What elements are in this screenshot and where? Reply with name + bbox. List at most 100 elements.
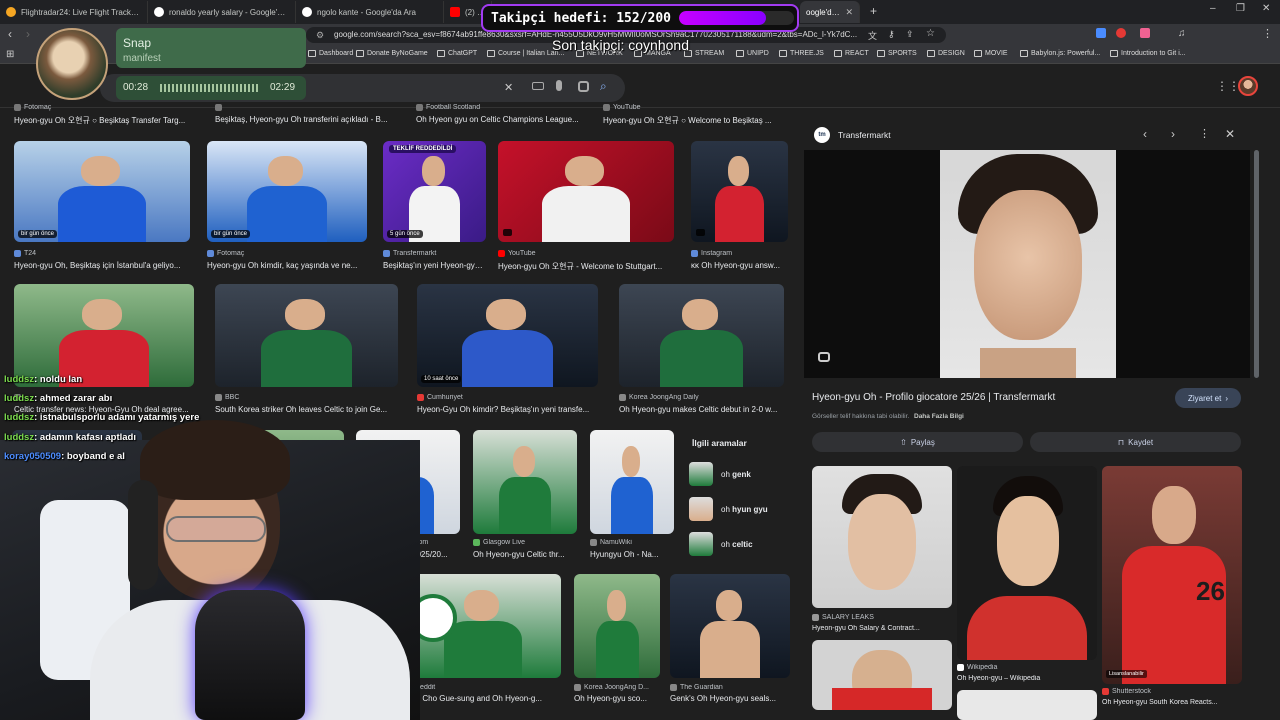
source-favicon-icon [14, 250, 21, 257]
related-image-3[interactable]: 26 Lisanslanabilir [1102, 466, 1242, 684]
new-tab-button[interactable]: + [870, 4, 877, 18]
related-search-item[interactable]: oh celtic [689, 530, 789, 558]
related-caption-2[interactable]: Oh Hyeon-gyu – Wikipedia [957, 675, 1097, 682]
result-image[interactable] [619, 284, 784, 387]
result-image[interactable] [691, 141, 788, 242]
bookmark-item[interactable]: Introduction to Git i... [1110, 50, 1186, 57]
result-caption[interactable]: Genk's Oh Hyeon-gyu seals... [670, 694, 790, 703]
panel-scrollbar[interactable] [1254, 150, 1259, 378]
password-icon[interactable]: ⚷ [888, 29, 895, 40]
result-caption[interactable]: Oh Hyeon-gyu makes Celtic debut in 2-0 w… [619, 405, 784, 414]
result-image[interactable] [670, 574, 790, 678]
share-url-icon[interactable]: ⇪ [906, 29, 914, 40]
result-caption[interactable]: Hyeon-Gyu Oh kimdir? Beşiktaş'ın yeni tr… [417, 405, 598, 414]
tab-active-search[interactable]: oogle'da Ara ✕ [800, 1, 860, 23]
result-caption[interactable]: Oh Hyeon-gyu sco... [574, 694, 660, 703]
preview-image[interactable] [804, 150, 1250, 378]
result-image[interactable] [590, 430, 674, 534]
result-caption[interactable]: Hyeon-gyu Oh, Beşiktaş için İstanbul'a g… [14, 261, 190, 270]
result-caption[interactable]: Hyeon-gyu Oh 오현규 ○ Beşiktaş Transfer Tar… [14, 115, 209, 126]
lens-search-icon[interactable] [818, 352, 830, 362]
apps-grid-icon[interactable]: ⊞ [6, 49, 14, 60]
maximize-button[interactable]: ❐ [1236, 3, 1245, 14]
result-caption[interactable]: Hyeon-gyu Oh 오현규 ○ Welcome to Beşiktaş .… [603, 115, 788, 126]
more-options-icon[interactable]: ⋮ [1199, 127, 1210, 140]
result-image[interactable] [215, 284, 398, 387]
extensions-icon[interactable]: ♫ [1178, 28, 1186, 39]
clear-icon[interactable]: ✕ [504, 81, 513, 94]
panel-title[interactable]: Hyeon-gyu Oh - Profilo giocatore 25/26 |… [812, 392, 1055, 403]
bookmark-item[interactable]: DESIGN [927, 50, 965, 57]
visit-button[interactable]: Ziyaret et › [1175, 388, 1241, 408]
bookmark-item[interactable]: UNIPD [736, 50, 769, 57]
learn-more-link[interactable]: Daha Fazla Bilgi [914, 413, 964, 420]
save-button[interactable]: ⊓ Kaydet [1030, 432, 1241, 452]
result-caption[interactable]: Hyeon-gyu Oh kimdir, kaç yaşında ve ne..… [207, 261, 367, 270]
result-caption[interactable]: South Korea striker Oh leaves Celtic to … [215, 405, 398, 414]
related-image-1[interactable] [812, 466, 952, 608]
related-caption-1[interactable]: Hyeon-gyu Oh Salary & Contract... [812, 625, 952, 632]
prev-image-icon[interactable]: ‹ [1143, 127, 1147, 141]
keyboard-icon[interactable] [532, 82, 544, 90]
next-image-icon[interactable]: › [1171, 127, 1175, 141]
related-term: celtic [732, 539, 753, 549]
related-image-4[interactable] [812, 640, 952, 710]
result-image[interactable] [405, 574, 561, 678]
result-caption[interactable]: Oh Hyeon-gyu Celtic thr... [473, 550, 577, 559]
bookmark-item[interactable]: ChatGPT [437, 50, 477, 57]
lens-icon[interactable] [578, 81, 589, 92]
close-window-button[interactable]: ✕ [1262, 3, 1270, 14]
related-search-item[interactable]: oh hyun gyu [689, 495, 789, 523]
result-caption[interactable]: Beşiktaş'ın yeni Hyeon-gyu ... [383, 261, 486, 270]
result-image[interactable] [498, 141, 674, 242]
extension-red-icon[interactable] [1116, 28, 1126, 38]
result-image[interactable]: 5 gün önce TEKLİF REDDEDİLDİ [383, 141, 486, 242]
profile-menu-icon[interactable]: ⋮ [1262, 27, 1273, 40]
result-caption[interactable]: κκ Oh Hyeon-gyu answ... [691, 261, 788, 270]
result-image[interactable]: bir gün önce [14, 141, 190, 242]
bookmark-star-icon[interactable]: ☆ [926, 28, 935, 39]
avatar[interactable] [1238, 76, 1258, 96]
related-image-5[interactable] [957, 690, 1097, 720]
bookmark-item[interactable]: STREAM [684, 50, 724, 57]
related-prefix: oh [721, 539, 733, 549]
close-tab-icon[interactable]: ✕ [845, 7, 853, 18]
bookmark-item[interactable]: REACT [834, 50, 869, 57]
player-figure [80, 156, 120, 187]
extension-pink-icon[interactable] [1140, 28, 1150, 38]
offer-rejected-label: TEKLİF REDDEDİLDİ [389, 145, 457, 153]
result-caption[interactable]: Oh Hyeon gyu on Celtic Champions League.… [416, 115, 596, 124]
extension-brave-icon[interactable] [1096, 28, 1106, 38]
tab-kante[interactable]: ngolo kante - Google'da Ara [296, 1, 444, 23]
tab-ronaldo[interactable]: ronaldo yearly salary - Google'da Ara [148, 1, 296, 23]
tab-flightradar[interactable]: Flightradar24: Live Flight Tracker - Re [0, 1, 148, 23]
result-caption[interactable]: Beşiktaş, Hyeon-gyu Oh transferini açıkl… [215, 115, 400, 124]
minimize-button[interactable]: – [1210, 3, 1216, 14]
wikipedia-icon [957, 664, 964, 671]
mic-icon[interactable] [556, 80, 562, 91]
bookmark-item[interactable]: MOVIE [974, 50, 1008, 57]
result-caption[interactable]: Hyeon-gyu Oh 오현규 - Welcome to Stuttgart.… [498, 261, 674, 272]
bookmark-item[interactable]: THREE.JS [779, 50, 824, 57]
result-image[interactable] [473, 430, 577, 534]
bookmark-item[interactable]: SPORTS [877, 50, 917, 57]
result-image[interactable] [14, 284, 194, 387]
translate-icon[interactable]: 文 [868, 29, 877, 42]
result-caption[interactable]: ould Cho Gue-sung and Oh Hyeon-g... [405, 694, 561, 703]
search-icon[interactable]: ⌕ [600, 79, 607, 94]
player-figure [727, 156, 750, 187]
result-image[interactable]: bir gün önce [207, 141, 367, 242]
elapsed-time: 00:28 [123, 82, 149, 93]
close-panel-icon[interactable]: ✕ [1225, 127, 1235, 141]
result-image[interactable]: 10 saat önce [417, 284, 598, 387]
google-apps-icon[interactable]: ⋮⋮ [1216, 79, 1240, 93]
related-image-2[interactable] [957, 466, 1097, 660]
bookmark-item[interactable]: Babylon.js: Powerful... [1020, 50, 1100, 57]
related-search-item[interactable]: oh genk [689, 460, 789, 488]
result-caption[interactable]: Hyungyu Oh - Na... [590, 550, 674, 559]
bookmark-item[interactable]: Donate ByNoGame [356, 50, 428, 57]
related-caption-3[interactable]: Oh Hyeon-gyu South Korea Reacts... [1102, 699, 1242, 706]
share-button[interactable]: ⇧ Paylaş [812, 432, 1023, 452]
back-icon[interactable]: ‹ [8, 27, 12, 41]
result-image[interactable] [574, 574, 660, 678]
